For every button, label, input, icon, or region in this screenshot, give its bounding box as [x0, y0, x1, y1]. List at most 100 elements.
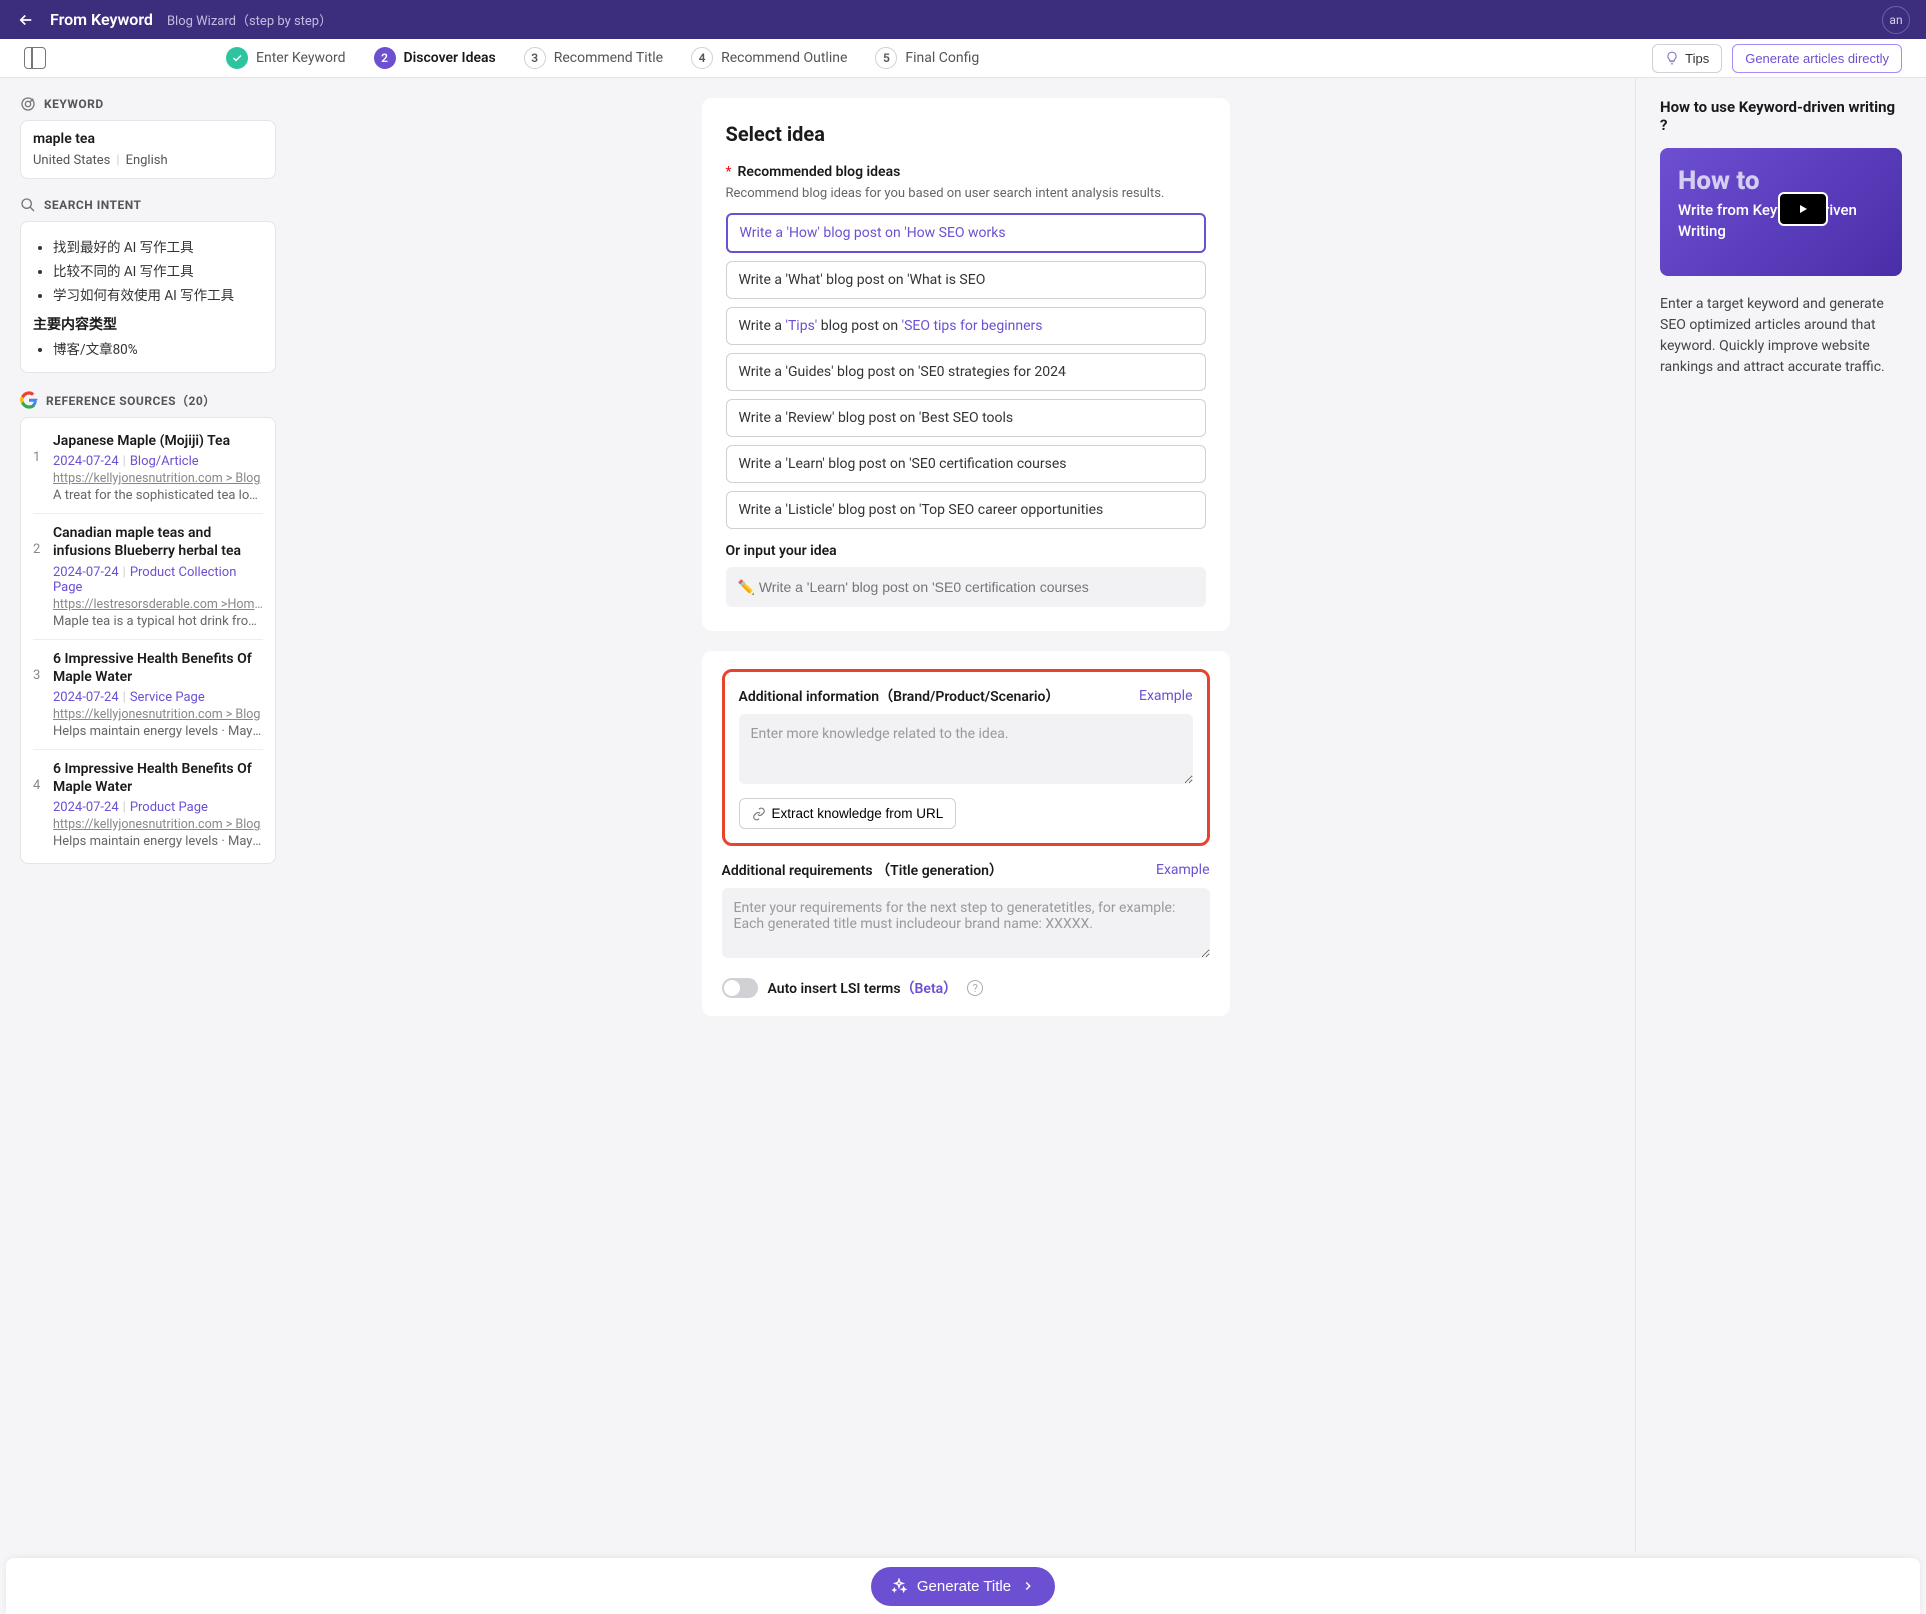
recommended-ideas-help: Recommend blog ideas for you based on us… [726, 186, 1206, 201]
help-column: How to use Keyword-driven writing ? How … [1636, 78, 1926, 1552]
reference-item[interactable]: 2 Canadian maple teas and infusions Blueb… [33, 514, 263, 639]
idea-option[interactable]: Write a 'Tips' blog post on 'SEO tips fo… [726, 307, 1206, 345]
google-icon [20, 391, 38, 409]
search-intent-heading: SEARCH INTENT [20, 197, 276, 213]
step-circle [226, 47, 248, 69]
generate-title-button[interactable]: Generate Title [871, 1567, 1055, 1606]
help-body: Enter a target keyword and generate SEO … [1660, 294, 1902, 378]
additional-info-card: Additional information（Brand/Product/Sce… [702, 651, 1230, 1016]
tips-label: Tips [1685, 51, 1709, 66]
step-circle: 4 [691, 47, 713, 69]
step-discover-ideas[interactable]: 2 Discover Ideas [374, 47, 496, 69]
idea-option[interactable]: Write a 'Listicle' blog post on 'Top SEO… [726, 491, 1206, 529]
generate-directly-label: Generate articles directly [1745, 51, 1889, 66]
select-idea-card: Select idea * Recommended blog ideas Rec… [702, 98, 1230, 631]
idea-option[interactable]: Write a 'How' blog post on 'How SEO work… [726, 213, 1206, 253]
step-label: Recommend Title [554, 50, 663, 66]
reference-sources-card: 1 Japanese Maple (Mojiji) Tea 2024-07-24|B… [20, 417, 276, 864]
step-circle: 5 [875, 47, 897, 69]
step-label: Enter Keyword [256, 50, 346, 66]
reference-url: https://kellyjonesnutrition.com > Blog [53, 707, 263, 722]
intent-item: 比较不同的 AI 写作工具 [53, 260, 263, 280]
idea-option[interactable]: Write a 'Guides' blog post on 'SE0 strat… [726, 353, 1206, 391]
reference-url: https://kellyjonesnutrition.com > Blog [53, 471, 263, 486]
chevron-right-icon [1021, 1579, 1035, 1593]
step-final-config[interactable]: 5Final Config [875, 47, 979, 69]
keyword-heading: KEYWORD [20, 96, 276, 112]
reference-title: Canadian maple teas and infusions Bluebe… [53, 524, 263, 560]
step-label: Recommend Outline [721, 50, 847, 66]
reference-title: Japanese Maple (Mojiji) Tea [53, 432, 263, 450]
reference-title: 6 Impressive Health Benefits Of Maple Wa… [53, 760, 263, 796]
reference-url: https://lestresorsderable.com >Home >Dri… [53, 597, 263, 612]
step-recommend-outline[interactable]: 4 Recommend Outline [691, 47, 847, 69]
reference-meta: 2024-07-24|Product Collection Page [53, 565, 263, 595]
page-title: From Keyword [50, 10, 153, 29]
generate-directly-button[interactable]: Generate articles directly [1732, 44, 1902, 73]
tips-button[interactable]: Tips [1652, 44, 1722, 73]
recommended-ideas-label: Recommended blog ideas [738, 164, 901, 180]
reference-desc: Maple tea is a typical hot drink from Ca… [53, 614, 263, 629]
reference-item[interactable]: 1 Japanese Maple (Mojiji) Tea 2024-07-24|B… [33, 422, 263, 514]
lsi-label: Auto insert LSI terms（Beta） [768, 978, 958, 998]
lsi-toggle[interactable] [722, 978, 758, 998]
reference-desc: Helps maintain energy levels · May suppo… [53, 724, 263, 739]
required-star: * [726, 164, 732, 180]
extract-url-label: Extract knowledge from URL [772, 806, 944, 821]
idea-option[interactable]: Write a 'Review' blog post on 'Best SEO … [726, 399, 1206, 437]
intent-item: 学习如何有效使用 AI 写作工具 [53, 284, 263, 304]
idea-option[interactable]: Write a 'Learn' blog post on 'SE0 certif… [726, 445, 1206, 483]
step-label: Discover Ideas [404, 50, 496, 66]
additional-req-label: Additional requirements （Title generatio… [722, 860, 1003, 880]
avatar[interactable]: an [1882, 6, 1910, 34]
keyword-term: maple tea [33, 131, 263, 147]
example-button[interactable]: Example [1139, 688, 1192, 704]
step-recommend-title[interactable]: 3Recommend Title [524, 47, 663, 69]
keyword-meta: United States|English [33, 153, 263, 168]
reference-number: 2 [33, 524, 43, 628]
reference-sources-heading: REFERENCE SOURCES（20） [20, 391, 276, 409]
reference-title: 6 Impressive Health Benefits Of Maple Wa… [53, 650, 263, 686]
intent-subheading: 主要内容类型 [33, 314, 263, 334]
back-arrow-icon[interactable] [16, 10, 36, 30]
or-input-label: Or input your idea [726, 543, 1206, 559]
reference-number: 3 [33, 650, 43, 739]
idea-option[interactable]: Write a 'What' blog post on 'What is SEO [726, 261, 1206, 299]
step-circle: 2 [374, 47, 396, 69]
target-icon [20, 96, 36, 112]
reference-meta: 2024-07-24|Blog/Article [53, 454, 263, 469]
reference-number: 1 [33, 432, 43, 503]
reference-meta: 2024-07-24|Service Page [53, 690, 263, 705]
search-intent-card: 找到最好的 AI 写作工具比较不同的 AI 写作工具学习如何有效使用 AI 写作… [20, 221, 276, 373]
page-subtitle: Blog Wizard（step by step） [167, 10, 332, 29]
additional-info-highlight: Additional information（Brand/Product/Sce… [722, 669, 1210, 846]
link-icon [752, 807, 766, 821]
additional-req-textarea[interactable] [722, 888, 1210, 958]
step-enter-keyword[interactable]: Enter Keyword [226, 47, 346, 69]
reference-desc: Helps maintain energy levels · May suppo… [53, 834, 263, 849]
help-icon[interactable]: ? [967, 980, 983, 996]
reference-item[interactable]: 4 6 Impressive Health Benefits Of Maple W… [33, 750, 263, 859]
extract-url-button[interactable]: Extract knowledge from URL [739, 798, 957, 829]
lightbulb-icon [1665, 51, 1679, 65]
sidebar: KEYWORD maple tea United States|English … [0, 78, 296, 1552]
sparkle-icon [891, 1578, 907, 1594]
select-idea-heading: Select idea [726, 122, 1206, 146]
video-tile[interactable]: How to Write from Keyword-driven Writing [1660, 148, 1902, 276]
idea-input[interactable] [726, 567, 1206, 607]
additional-info-textarea[interactable] [739, 714, 1193, 784]
reference-url: https://kellyjonesnutrition.com > Blog [53, 817, 263, 832]
help-heading: How to use Keyword-driven writing ? [1660, 98, 1902, 134]
reference-desc: A treat for the sophisticated tea lover.… [53, 488, 263, 503]
intent-item: 找到最好的 AI 写作工具 [53, 236, 263, 256]
intent-type: 博客/文章80% [53, 338, 263, 358]
example-button-2[interactable]: Example [1156, 862, 1209, 878]
bottom-bar: Generate Title [6, 1558, 1920, 1614]
keyword-card[interactable]: maple tea United States|English [20, 120, 276, 179]
panel-toggle-icon[interactable] [24, 47, 46, 69]
additional-info-label: Additional information（Brand/Product/Sce… [739, 686, 1060, 706]
reference-number: 4 [33, 760, 43, 849]
reference-item[interactable]: 3 6 Impressive Health Benefits Of Maple W… [33, 640, 263, 750]
play-icon[interactable] [1778, 192, 1828, 226]
search-icon [20, 197, 36, 213]
